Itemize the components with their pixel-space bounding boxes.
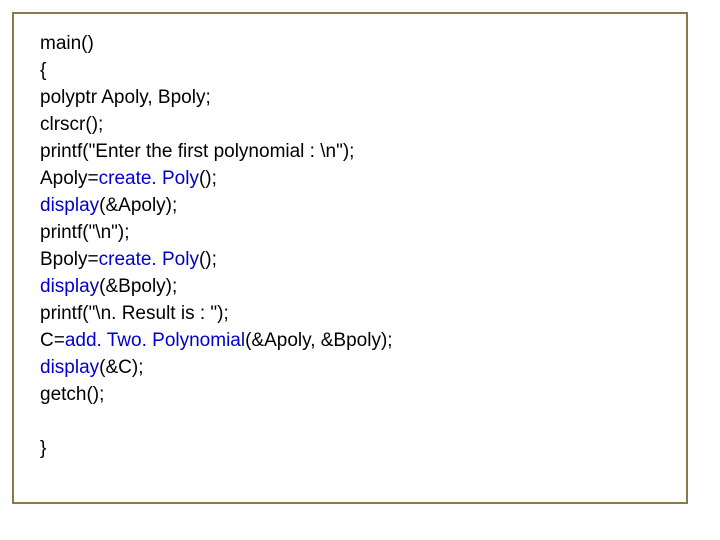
code-line: getch();	[40, 381, 393, 408]
fn-display: display	[40, 357, 99, 378]
code-line: polyptr Apoly, Bpoly;	[40, 84, 393, 111]
code-line: clrscr();	[40, 111, 393, 138]
code-line: {	[40, 57, 393, 84]
code-line: }	[40, 435, 393, 462]
fn-addtwopoly: add. Two. Polynomial	[65, 330, 245, 351]
code-block: main() { polyptr Apoly, Bpoly; clrscr();…	[40, 30, 393, 462]
code-line: display(&C);	[40, 354, 393, 381]
code-line: Apoly=create. Poly();	[40, 165, 393, 192]
code-line: C=add. Two. Polynomial(&Apoly, &Bpoly);	[40, 327, 393, 354]
code-line: display(&Bpoly);	[40, 273, 393, 300]
fn-display: display	[40, 276, 99, 297]
code-line: Bpoly=create. Poly();	[40, 246, 393, 273]
fn-display: display	[40, 195, 99, 216]
code-line: printf("Enter the first polynomial : \n"…	[40, 138, 393, 165]
code-line: printf("\n");	[40, 219, 393, 246]
code-line: display(&Apoly);	[40, 192, 393, 219]
fn-createpoly: create. Poly	[99, 168, 199, 189]
fn-createpoly: create. Poly	[99, 249, 199, 270]
code-line: printf("\n. Result is : ");	[40, 300, 393, 327]
code-line: main()	[40, 30, 393, 57]
